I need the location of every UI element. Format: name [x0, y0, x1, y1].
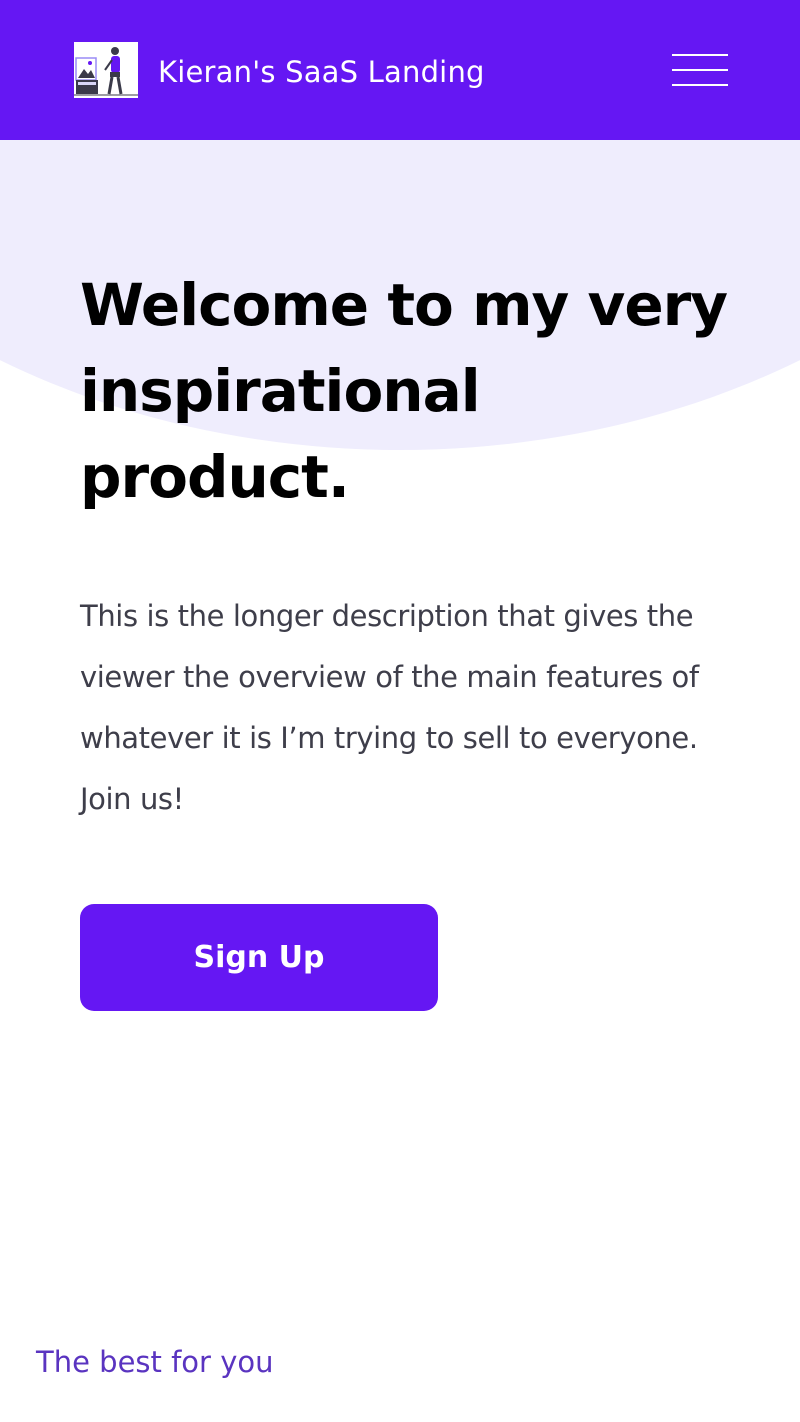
section-tagline: The best for you	[36, 1345, 274, 1379]
hamburger-menu-icon[interactable]	[664, 48, 736, 92]
hero-section: Welcome to my very inspirational product…	[80, 262, 740, 830]
logo-icon[interactable]	[74, 42, 138, 98]
menu-line	[672, 84, 728, 86]
hero-description: This is the longer description that give…	[80, 599, 699, 816]
hero-title: Welcome to my very inspirational product…	[80, 271, 728, 511]
navbar: Kieran's SaaS Landing	[0, 0, 800, 140]
menu-line	[672, 54, 728, 56]
brand-name[interactable]: Kieran's SaaS Landing	[158, 52, 485, 92]
menu-line	[672, 69, 728, 71]
sign-up-button[interactable]: Sign Up	[80, 904, 438, 1011]
landing-page: Kieran's SaaS Landing Welcome to my very…	[0, 0, 800, 1422]
